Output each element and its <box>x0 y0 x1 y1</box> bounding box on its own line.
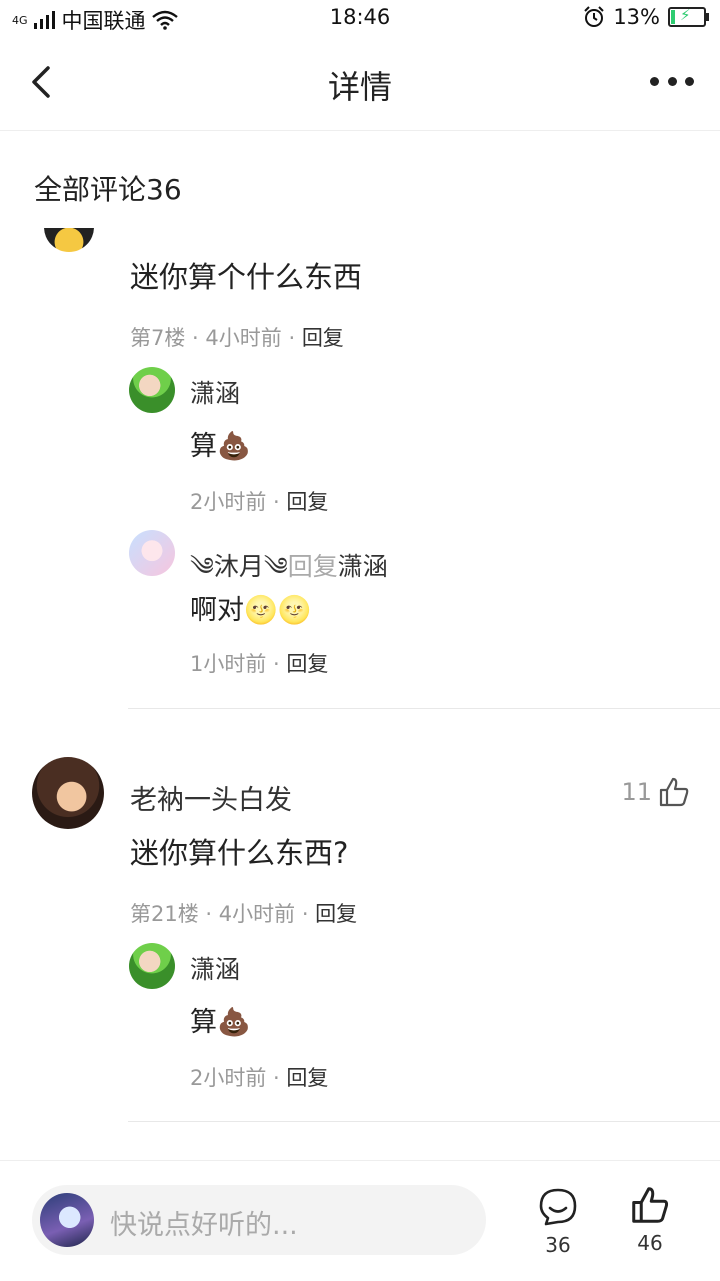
time-label: 4小时前 <box>218 902 296 926</box>
reply-text: 啊对🌝🌝 <box>190 595 312 626</box>
reply-button[interactable]: 回复 <box>302 326 344 350</box>
comment-input-placeholder: 快说点好听的... <box>110 1210 298 1241</box>
reply-author[interactable]: 潇涵 <box>190 950 240 986</box>
comments-heading: 全部评论36 <box>34 173 182 206</box>
reply-button[interactable]: 回复 <box>286 1066 328 1090</box>
time-label: 4小时前 <box>205 326 282 350</box>
comment-author[interactable]: 老衲一头白发 <box>130 778 292 817</box>
comment-count: 36 <box>545 1233 571 1257</box>
like-button[interactable]: 11 <box>621 776 690 808</box>
comment-meta: 第21楼 · 4小时前 · 回复 <box>130 902 358 926</box>
avatar[interactable] <box>129 530 175 576</box>
comment-icon <box>539 1188 577 1226</box>
divider <box>128 1121 720 1122</box>
like-count: 11 <box>621 778 652 806</box>
avatar[interactable] <box>129 367 175 413</box>
status-bar: 4G 中国联通 18:46 13% ⚡ <box>0 0 720 36</box>
alarm-icon <box>584 6 605 27</box>
avatar[interactable] <box>32 757 104 829</box>
avatar[interactable] <box>129 943 175 989</box>
avatar <box>40 1193 94 1247</box>
reply-button[interactable]: 回复 <box>286 490 328 514</box>
reply-author[interactable]: 潇涵 <box>190 374 240 410</box>
reply-word: 回复 <box>287 552 338 581</box>
reply-button[interactable]: 回复 <box>315 902 357 926</box>
like-icon <box>632 1187 669 1223</box>
comment-text: 迷你算什么东西? <box>130 836 349 870</box>
bottom-bar: 快说点好听的... 36 46 <box>0 1160 720 1281</box>
like-count: 46 <box>637 1231 663 1255</box>
like-button[interactable]: 46 <box>620 1185 680 1255</box>
reply-button[interactable]: 回复 <box>286 652 328 676</box>
more-button[interactable] <box>650 66 694 96</box>
top-nav: 详情 <box>0 36 720 131</box>
floor-label: 第7楼 <box>130 326 186 350</box>
time-label: 2小时前 <box>190 1066 267 1090</box>
reply-target[interactable]: 潇涵 <box>338 552 388 581</box>
page-title: 详情 <box>327 68 392 106</box>
divider <box>128 708 720 709</box>
reply-text: 算💩 <box>190 431 251 462</box>
floor-label: 第21楼 <box>130 902 199 926</box>
battery-percent: 13% <box>613 5 660 29</box>
time-label: 2小时前 <box>190 490 267 514</box>
comment-text: 迷你算个什么东西 <box>130 260 363 294</box>
reply-meta: 2小时前 · 回复 <box>190 1066 329 1090</box>
reply-meta: 2小时前 · 回复 <box>190 490 329 514</box>
like-icon <box>659 777 689 807</box>
time-label: 1小时前 <box>190 652 267 676</box>
comment-meta: 第7楼 · 4小时前 · 回复 <box>130 326 344 350</box>
reply-text: 算💩 <box>190 1007 251 1038</box>
reply-meta: 1小时前 · 回复 <box>190 652 329 676</box>
comment-button[interactable]: 36 <box>528 1187 588 1257</box>
more-icon <box>650 76 659 86</box>
reply-author[interactable]: ༄沐月༄ <box>190 552 288 581</box>
battery-icon: ⚡ <box>668 6 709 27</box>
comment-input[interactable]: 快说点好听的... <box>32 1185 486 1255</box>
avatar[interactable] <box>44 228 94 252</box>
